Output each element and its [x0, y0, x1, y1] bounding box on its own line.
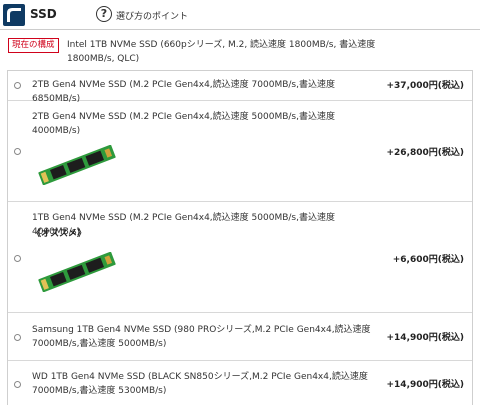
- option-price: +26,800円(税込): [386, 148, 465, 158]
- current-config-badge: 現在の構成: [8, 38, 59, 53]
- option-radio[interactable]: [14, 82, 21, 89]
- option-price: +37,000円(税込): [386, 81, 465, 91]
- ssd-category-icon: [3, 4, 25, 26]
- recommended-tag: 《オススメ》: [32, 229, 87, 239]
- option-radio[interactable]: [14, 255, 21, 262]
- current-config-text: Intel 1TB NVMe SSD (660pシリーズ, M.2, 読込速度 …: [67, 40, 376, 64]
- ssd-option-2tb-gen4-5000[interactable]: 2TB Gen4 NVMe SSD (M.2 PCIe Gen4x4,読込速度 …: [8, 101, 472, 202]
- help-question-icon[interactable]: ?: [96, 6, 112, 22]
- selection-guide-link[interactable]: 選び方のポイント: [116, 9, 188, 22]
- ssd-option-wd-black-sn850[interactable]: WD 1TB Gen4 NVMe SSD (BLACK SN850シリーズ,M.…: [8, 361, 472, 405]
- ssd-option-2tb-gen4-7000[interactable]: 2TB Gen4 NVMe SSD (M.2 PCIe Gen4x4,読込速度 …: [8, 71, 472, 104]
- option-price: +14,900円(税込): [386, 380, 465, 390]
- option-radio[interactable]: [14, 148, 21, 155]
- option-label: WD 1TB Gen4 NVMe SSD (BLACK SN850シリーズ,M.…: [32, 372, 368, 396]
- ssd-module-image: [32, 251, 122, 293]
- option-price: +6,600円(税込): [392, 255, 464, 265]
- ssd-option-1tb-gen4-5000-recommended[interactable]: 1TB Gen4 NVMe SSD (M.2 PCIe Gen4x4,読込速度 …: [8, 202, 472, 313]
- current-configuration: 現在の構成 Intel 1TB NVMe SSD (660pシリーズ, M.2,…: [0, 30, 480, 70]
- option-label: Samsung 1TB Gen4 NVMe SSD (980 PROシリーズ,M…: [32, 325, 371, 349]
- section-header: SSD ? 選び方のポイント: [0, 0, 480, 30]
- option-price: +14,900円(税込): [386, 333, 465, 343]
- option-label: 2TB Gen4 NVMe SSD (M.2 PCIe Gen4x4,読込速度 …: [32, 112, 335, 136]
- ssd-module-image: [32, 144, 122, 186]
- option-radio[interactable]: [14, 334, 21, 341]
- ssd-option-samsung-980-pro[interactable]: Samsung 1TB Gen4 NVMe SSD (980 PROシリーズ,M…: [8, 313, 472, 361]
- ssd-option-list: 2TB Gen4 NVMe SSD (M.2 PCIe Gen4x4,読込速度 …: [7, 70, 473, 405]
- section-title: SSD: [30, 7, 57, 21]
- option-radio[interactable]: [14, 381, 21, 388]
